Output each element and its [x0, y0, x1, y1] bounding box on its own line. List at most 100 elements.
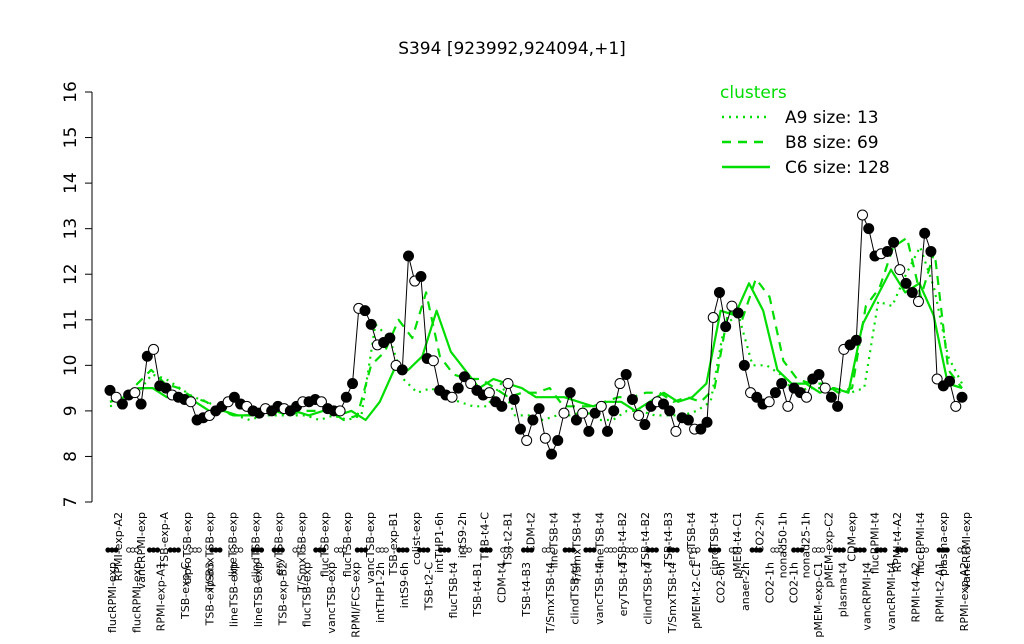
data-point [707, 312, 719, 323]
x-label-lower: TSB-t4-B1 [471, 562, 484, 618]
group-marker [653, 547, 659, 553]
data-point [801, 391, 813, 403]
data-point [546, 448, 558, 460]
y-tick-label: 14 [61, 172, 81, 194]
group-marker [425, 547, 431, 553]
data-point [639, 419, 651, 431]
data-point [452, 382, 464, 394]
data-point [602, 425, 614, 437]
data-point [577, 407, 589, 419]
x-label-upper: TSB-exp-A [158, 512, 171, 570]
data-point [701, 416, 713, 428]
y-tick-label: 8 [61, 451, 81, 462]
data-point [496, 400, 508, 412]
y-tick-label: 16 [61, 81, 81, 103]
sample-group-markers [105, 547, 971, 553]
group-marker [508, 547, 514, 553]
data-point [415, 271, 427, 282]
data-point [148, 343, 160, 355]
group-marker [300, 547, 306, 553]
data-point [564, 387, 576, 399]
group-marker [778, 547, 784, 553]
x-label-lower: vancTSB-exp [325, 562, 338, 634]
x-label-upper: TSB-t4-B2 [616, 512, 629, 568]
data-point [446, 391, 458, 403]
data-point [552, 435, 564, 446]
x-label-upper: colist-exp [410, 512, 423, 565]
data-point [116, 398, 128, 410]
data-point [129, 387, 141, 399]
data-point [944, 375, 956, 387]
y-tick-label: 9 [61, 405, 81, 416]
group-marker [341, 547, 348, 553]
x-label-lower: RPMI-t4-A2 [909, 562, 922, 623]
x-label-lower: vancRPMI-t4 [885, 562, 898, 631]
group-marker [757, 547, 763, 553]
group-marker [799, 547, 805, 553]
x-label-lower: intS9-6h [398, 562, 411, 608]
y-axis: 7 8 9 10 11 12 13 14 15 16 [61, 81, 93, 508]
x-label-lower: lineTSB-exp [228, 562, 241, 627]
group-marker [113, 547, 119, 553]
group-marker [466, 547, 472, 553]
x-label-lower: vancTSB-t4 [593, 562, 606, 625]
x-label-lower: eryTSB-t4 [617, 562, 630, 616]
data-point [713, 286, 725, 298]
points-layer [104, 209, 968, 460]
data-point [900, 277, 912, 289]
data-point [912, 296, 924, 308]
data-point [888, 236, 900, 248]
x-label-upper: lineTSB-t4 [593, 512, 606, 568]
data-point [384, 332, 396, 344]
data-point [427, 355, 439, 367]
x-label-lower: TSB-exp-B3 [203, 562, 216, 626]
x-label-lower: CDM-t4 [496, 562, 509, 603]
x-label-upper: TSB-t2-B1 [502, 512, 515, 568]
group-marker [840, 547, 846, 553]
data-point [906, 286, 918, 298]
data-point [832, 400, 844, 412]
x-label-lower: TSB-exp-B2 [276, 562, 289, 626]
x-label-upper: TSB-t4-B3 [662, 512, 675, 568]
group-marker [632, 547, 639, 553]
group-marker [321, 547, 327, 553]
data-point [558, 407, 570, 419]
x-label-lower: CO2-6h [715, 562, 728, 603]
group-marker [965, 547, 971, 553]
group-marker [570, 547, 576, 553]
group-marker [362, 547, 368, 553]
data-point [633, 409, 645, 421]
expression-line-chart: S394 [923992,924094,+1] 7 8 9 10 11 12 13 14 15 1… [61, 39, 973, 638]
x-label-lower: flucTSB-exp [301, 562, 314, 627]
data-point [925, 245, 937, 257]
data-point [403, 250, 415, 262]
data-point [894, 264, 906, 276]
data-point [863, 223, 875, 235]
y-tick-label: 15 [61, 127, 81, 149]
y-tick-label: 7 [61, 497, 81, 508]
x-axis-labels: RPMI-exp-A2 vancRPMI-exp TSB-exp-A ciproTSB… [106, 512, 973, 638]
data-point [359, 305, 371, 317]
x-label-upper: eryTSB-t4 [685, 512, 698, 566]
data-point [527, 414, 539, 426]
data-point [396, 364, 408, 376]
x-label-lower: lineTSB-exp [252, 562, 265, 627]
data-point [738, 359, 750, 371]
x-label-lower: RPMI-exp-A2 [958, 562, 971, 631]
data-point [825, 391, 837, 403]
data-point [919, 227, 931, 239]
data-point [682, 414, 694, 426]
x-label-lower: TSB-exp-C [179, 562, 192, 620]
x-label-lower: flucRPMI-exp [130, 562, 143, 633]
data-point [620, 368, 632, 380]
data-point [514, 423, 526, 435]
data-point [856, 209, 868, 221]
legend: clusters A9 size: 13 B8 size: 69 C6 size… [720, 83, 890, 178]
data-point [769, 387, 781, 399]
group-marker [238, 547, 244, 553]
data-point [533, 403, 545, 415]
data-point [763, 396, 775, 408]
legend-entry-a9: A9 size: 13 [785, 108, 879, 128]
group-marker [404, 547, 410, 553]
x-label-lower: CO2-1h [788, 562, 801, 603]
